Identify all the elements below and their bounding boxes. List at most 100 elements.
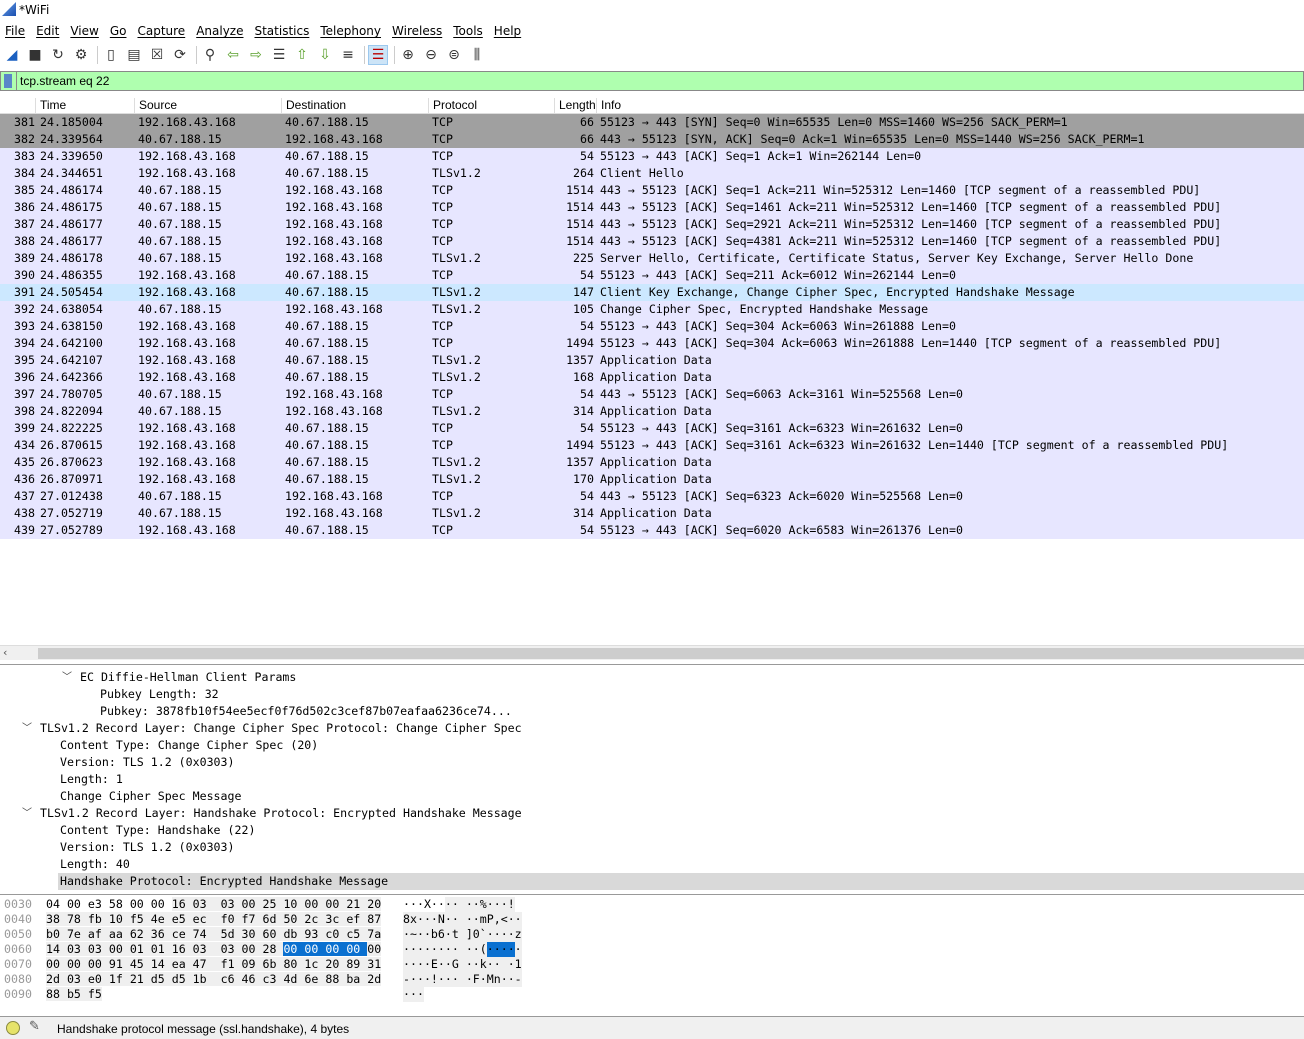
hex-bytes[interactable]: 14 03 03 00 01 01 16 03 03 00 28 00 00 0… bbox=[46, 942, 382, 957]
hex-byte[interactable]: 03 bbox=[87, 942, 109, 956]
hex-byte[interactable]: 00 bbox=[129, 897, 151, 911]
menu-help[interactable]: Help bbox=[489, 22, 527, 42]
hex-byte[interactable]: 25 bbox=[262, 897, 284, 911]
detail-tree-item[interactable]: Version: TLS 1.2 (0x0303) bbox=[60, 754, 235, 771]
hex-byte[interactable]: 00 bbox=[325, 897, 347, 911]
hex-byte[interactable]: 20 bbox=[367, 897, 382, 911]
hex-byte[interactable]: 78 bbox=[66, 912, 88, 926]
hex-byte[interactable]: e3 bbox=[87, 897, 109, 911]
hex-byte[interactable]: 03 bbox=[220, 942, 242, 956]
hex-byte[interactable]: b5 bbox=[66, 987, 88, 1001]
packet-row[interactable]: 439 27.052789 192.168.43.168 40.67.188.15 TC… bbox=[0, 522, 1304, 539]
hex-bytes[interactable]: 04 00 e3 58 00 00 16 03 03 00 25 10 00 0… bbox=[46, 897, 382, 912]
hex-byte[interactable]: 00 bbox=[66, 957, 88, 971]
hex-byte[interactable]: 93 bbox=[304, 927, 326, 941]
hex-byte[interactable]: e0 bbox=[87, 972, 109, 986]
hex-byte[interactable]: 00 bbox=[87, 957, 109, 971]
hex-byte[interactable]: b0 bbox=[46, 927, 67, 941]
packet-row[interactable]: 382 24.339564 40.67.188.15 192.168.43.168 TC… bbox=[0, 131, 1304, 148]
display-filter-input[interactable] bbox=[20, 73, 1290, 89]
packet-row[interactable]: 390 24.486355 192.168.43.168 40.67.188.15 TC… bbox=[0, 267, 1304, 284]
hex-byte[interactable]: 7a bbox=[367, 927, 382, 941]
autoscroll-icon[interactable]: ≡ bbox=[338, 45, 358, 65]
hex-byte[interactable]: f5 bbox=[87, 987, 102, 1001]
column-length[interactable]: Length bbox=[554, 98, 596, 113]
hex-byte[interactable]: 45 bbox=[129, 957, 151, 971]
hex-byte[interactable]: 03 bbox=[66, 972, 88, 986]
column-destination[interactable]: Destination bbox=[281, 98, 428, 113]
hex-byte[interactable]: 87 bbox=[367, 912, 382, 926]
hex-byte[interactable]: 00 bbox=[108, 942, 130, 956]
hex-byte[interactable]: 4e bbox=[150, 912, 172, 926]
packet-row[interactable]: 398 24.822094 40.67.188.15 192.168.43.168 TL… bbox=[0, 403, 1304, 420]
packet-row[interactable]: 384 24.344651 192.168.43.168 40.67.188.15 TL… bbox=[0, 165, 1304, 182]
detail-tree-item[interactable]: TLSv1.2 Record Layer: Change Cipher Spec… bbox=[40, 720, 522, 737]
hex-byte[interactable]: 20 bbox=[325, 957, 347, 971]
menu-telephony[interactable]: Telephony bbox=[315, 22, 387, 42]
hex-byte[interactable]: 10 bbox=[108, 912, 130, 926]
menu-go[interactable]: Go bbox=[105, 22, 133, 42]
hex-byte[interactable]: e5 bbox=[171, 912, 193, 926]
hex-byte[interactable]: 4d bbox=[283, 972, 305, 986]
packet-row[interactable]: 396 24.642366 192.168.43.168 40.67.188.15 TL… bbox=[0, 369, 1304, 386]
packet-row[interactable]: 386 24.486175 40.67.188.15 192.168.43.168 TC… bbox=[0, 199, 1304, 216]
hex-byte[interactable]: 16 bbox=[171, 942, 193, 956]
packet-row[interactable]: 383 24.339650 192.168.43.168 40.67.188.15 TC… bbox=[0, 148, 1304, 165]
zoom-in-icon[interactable]: ⊕ bbox=[398, 45, 418, 65]
hex-byte[interactable]: 2d bbox=[46, 972, 67, 986]
hex-byte[interactable]: 28 bbox=[262, 942, 284, 956]
packet-row[interactable]: 399 24.822225 192.168.43.168 40.67.188.15 TC… bbox=[0, 420, 1304, 437]
detail-tree-item[interactable]: Pubkey: 3878fb10f54ee5ecf0f76d502c3cef87… bbox=[100, 703, 512, 720]
hex-byte[interactable]: 58 bbox=[108, 897, 130, 911]
open-file-icon[interactable]: ▯ bbox=[101, 45, 121, 65]
horizontal-scrollbar[interactable]: ‹ bbox=[0, 645, 1304, 660]
hex-byte[interactable]: 00 bbox=[325, 942, 347, 956]
hex-byte[interactable]: 03 bbox=[192, 897, 221, 911]
go-to-packet-icon[interactable]: ☰ bbox=[269, 45, 289, 65]
ascii-bytes[interactable]: ···X···· ··%···! bbox=[403, 897, 515, 912]
hex-byte[interactable]: 2d bbox=[367, 972, 382, 986]
hex-byte[interactable]: 14 bbox=[150, 957, 172, 971]
ascii-bytes[interactable]: ·~··b6·t ]0`····z bbox=[403, 927, 522, 942]
detail-tree-item[interactable]: TLSv1.2 Record Layer: Handshake Protocol… bbox=[40, 805, 522, 822]
hex-byte[interactable]: 00 bbox=[241, 942, 263, 956]
detail-tree-item[interactable]: Pubkey Length: 32 bbox=[100, 686, 219, 703]
hex-byte[interactable]: 60 bbox=[262, 927, 284, 941]
hex-byte[interactable]: fb bbox=[87, 912, 109, 926]
hex-byte[interactable]: 80 bbox=[283, 957, 305, 971]
zoom-out-icon[interactable]: ⊖ bbox=[421, 45, 441, 65]
hex-bytes[interactable]: 00 00 00 91 45 14 ea 47 f1 09 6b 80 1c 2… bbox=[46, 957, 382, 972]
find-icon[interactable]: ⚲ bbox=[200, 45, 220, 65]
hex-byte[interactable]: d5 bbox=[150, 972, 172, 986]
ascii-bytes[interactable]: 8x···N·· ··mP,<·· bbox=[403, 912, 522, 927]
hex-byte[interactable]: ec bbox=[192, 912, 221, 926]
hex-bytes[interactable]: 88 b5 f5 bbox=[46, 987, 102, 1002]
hex-byte[interactable]: 00 bbox=[150, 897, 172, 911]
hex-bytes[interactable]: 2d 03 e0 1f 21 d5 d5 1b c6 46 c3 4d 6e 8… bbox=[46, 972, 382, 987]
hex-byte[interactable]: 00 bbox=[283, 942, 305, 956]
capture-comment-icon[interactable]: ✎ bbox=[29, 1019, 40, 1034]
packet-row[interactable]: 388 24.486177 40.67.188.15 192.168.43.168 TC… bbox=[0, 233, 1304, 250]
packet-row[interactable]: 381 24.185004 192.168.43.168 40.67.188.15 TC… bbox=[0, 114, 1304, 131]
hex-byte[interactable]: 14 bbox=[46, 942, 67, 956]
hex-byte[interactable]: 00 bbox=[66, 897, 88, 911]
hex-byte[interactable]: 46 bbox=[241, 972, 263, 986]
expand-chevron-icon[interactable]: ﹀ bbox=[22, 805, 32, 822]
detail-tree-item[interactable]: Change Cipher Spec Message bbox=[60, 788, 241, 805]
hex-byte[interactable]: 62 bbox=[129, 927, 151, 941]
packet-row[interactable]: 395 24.642107 192.168.43.168 40.67.188.15 TL… bbox=[0, 352, 1304, 369]
save-file-icon[interactable]: ▤ bbox=[124, 45, 144, 65]
first-packet-icon[interactable]: ⇧ bbox=[292, 45, 312, 65]
hex-byte[interactable]: 01 bbox=[129, 942, 151, 956]
ascii-bytes[interactable]: -···!··· ·F·Mn··- bbox=[403, 972, 522, 987]
shark-start-icon[interactable]: ◢ bbox=[2, 45, 22, 65]
packet-row[interactable]: 391 24.505454 192.168.43.168 40.67.188.15 TL… bbox=[0, 284, 1304, 301]
detail-tree-item[interactable]: Version: TLS 1.2 (0x0303) bbox=[60, 839, 235, 856]
packet-row[interactable]: 438 27.052719 40.67.188.15 192.168.43.168 TL… bbox=[0, 505, 1304, 522]
hex-byte[interactable]: af bbox=[87, 927, 109, 941]
menu-tools[interactable]: Tools bbox=[448, 22, 489, 42]
packet-row[interactable]: 387 24.486177 40.67.188.15 192.168.43.168 TC… bbox=[0, 216, 1304, 233]
close-file-icon[interactable]: ☒ bbox=[147, 45, 167, 65]
hex-byte[interactable]: 36 bbox=[150, 927, 172, 941]
hex-byte[interactable]: 2c bbox=[304, 912, 326, 926]
